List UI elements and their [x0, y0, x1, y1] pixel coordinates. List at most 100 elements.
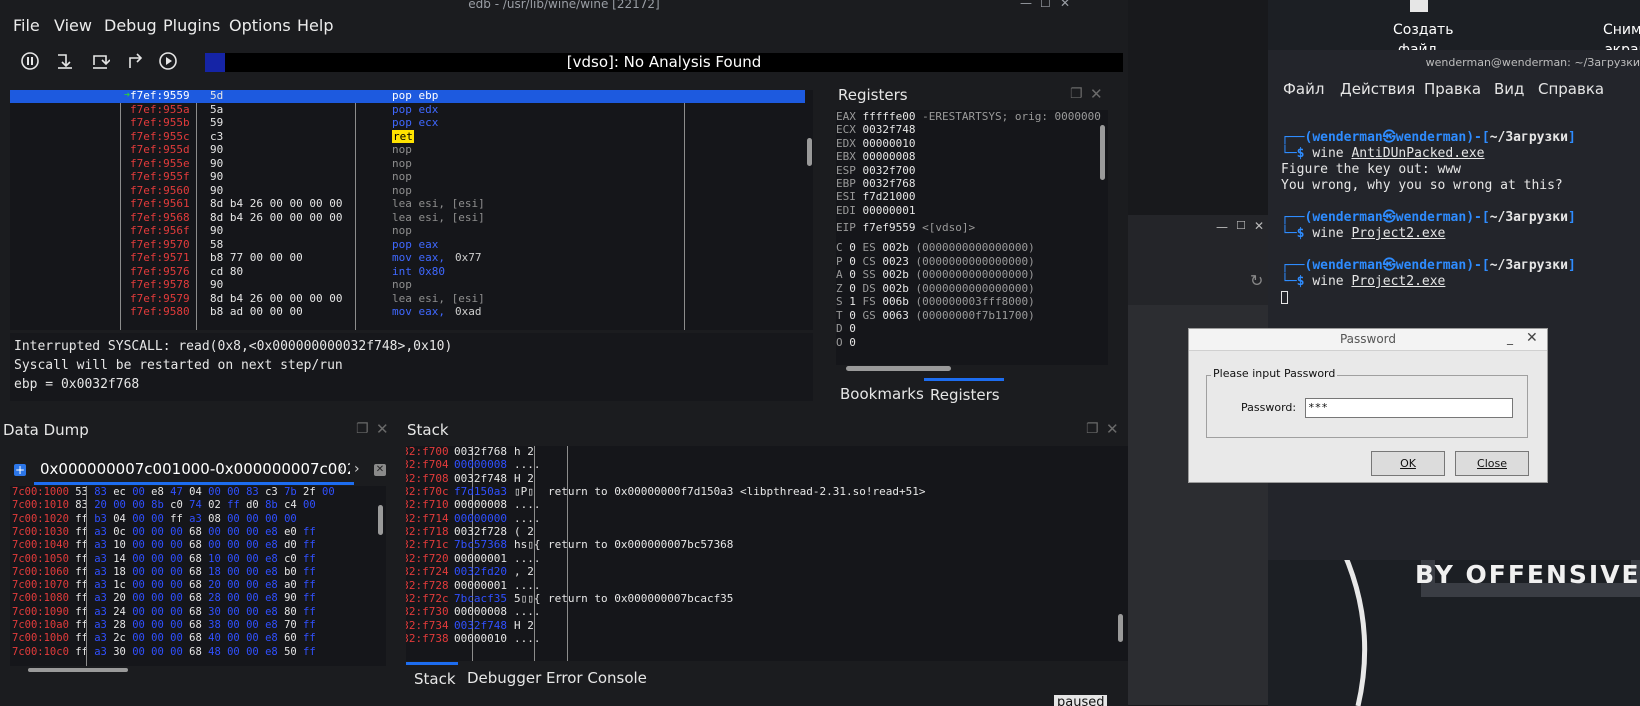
tab-stack[interactable]: Stack	[414, 670, 456, 688]
reload-icon[interactable]: ↻	[1250, 271, 1263, 290]
terminal-menu-edit[interactable]: Правка	[1424, 80, 1481, 98]
terminal-menu-actions[interactable]: Действия	[1340, 80, 1415, 98]
close-icon[interactable]: ✕	[1060, 0, 1070, 10]
password-input[interactable]: ***	[1305, 398, 1513, 418]
chevron-left-icon[interactable]: ‹	[338, 461, 344, 477]
close-button[interactable]: Close	[1455, 451, 1529, 476]
terminal-menu-file[interactable]: Файл	[1283, 80, 1324, 98]
disasm-row[interactable]: f7ef:955a 5a pop edx	[10, 103, 805, 117]
disasm-row[interactable]: f7ef:955e 90 nop	[10, 157, 805, 171]
scrollbar-thumb[interactable]	[807, 138, 812, 166]
registers-view[interactable]: EAX fffffe00 -ERESTARTSYS; orig: 0000000…	[836, 110, 1108, 365]
stack-row[interactable]: 0032:f724 0032fd20 , 2	[406, 565, 1126, 579]
dump-row[interactable]: 7c00:10b0 ff a3 2c 00 00 00 68 40 00 00 …	[12, 631, 316, 645]
stack-row[interactable]: 0032:f730 00000008....	[406, 605, 1126, 619]
dump-row[interactable]: 7c00:1080 ff a3 20 00 00 00 68 28 00 00 …	[12, 591, 316, 605]
float-panel-icon[interactable]: ❐	[1086, 421, 1099, 437]
disassembly-view[interactable]: ➜ f7ef:9559 5d pop ebp f7ef:955a 5a pop edx f7e…	[10, 90, 813, 330]
register-row[interactable]: EBP 0032f768	[836, 177, 915, 191]
dump-tab[interactable]: 0x000000007c001000-0x000000007c002	[40, 460, 350, 478]
stack-row[interactable]: 0032:f718 0032f728 ( 2	[406, 525, 1126, 539]
float-panel-icon[interactable]: ❐	[356, 421, 369, 437]
tab-bookmarks[interactable]: Bookmarks	[840, 385, 924, 403]
stack-row[interactable]: 0032:f734 0032f748 H 2	[406, 619, 1126, 633]
register-row[interactable]: ESP 0032f700	[836, 164, 915, 178]
maximize-icon[interactable]: ☐	[1236, 219, 1246, 232]
close-tab-icon[interactable]: ✕	[374, 464, 386, 476]
stack-row[interactable]: 0032:f720 00000001....	[406, 552, 1126, 566]
stack-row[interactable]: 0032:f71c 7bc57368 hs▯{return to 0x0000000…	[406, 538, 1126, 552]
terminal-menu-help[interactable]: Справка	[1538, 80, 1604, 98]
dump-row[interactable]: 7c00:10a0 ff a3 28 00 00 00 68 38 00 00 …	[12, 618, 316, 632]
tab-registers[interactable]: Registers	[930, 386, 1000, 404]
maximize-icon[interactable]: ☐	[1040, 0, 1051, 10]
disasm-row[interactable]: f7ef:9578 90 nop	[10, 278, 805, 292]
step-over-icon[interactable]	[89, 51, 111, 73]
stack-row[interactable]: 0032:f738 00000010....	[406, 632, 1126, 646]
chevron-right-icon[interactable]: ›	[354, 461, 360, 477]
dump-row[interactable]: 7c00:1010 83 20 00 00 8b c0 74 02 ff d0 …	[12, 498, 316, 512]
flag-row[interactable]: Z 0 DS 002b (0000000000000000)	[836, 282, 1035, 296]
menu-help[interactable]: Help	[297, 16, 333, 35]
ok-button[interactable]: OK	[1371, 451, 1445, 476]
menu-options[interactable]: Options	[229, 16, 291, 35]
tab-debugger-error-console[interactable]: Debugger Error Console	[467, 669, 647, 687]
stack-row[interactable]: 0032:f72c 7bcacf35 5▯▯{return to 0x0000000…	[406, 592, 1126, 606]
file-icon[interactable]	[1410, 0, 1428, 12]
disasm-row[interactable]: f7ef:9576 cd 80 int 0x80	[10, 265, 805, 279]
stack-scrollbar[interactable]	[1118, 614, 1123, 642]
disasm-row[interactable]: f7ef:9571 b8 77 00 00 00 mov eax, 0x77	[10, 251, 805, 265]
flag-row[interactable]: D 0	[836, 322, 856, 336]
close-icon[interactable]: ✕	[1254, 219, 1264, 233]
disasm-row[interactable]: f7ef:9568 8d b4 26 00 00 00 00 lea esi, [e…	[10, 211, 805, 225]
register-row[interactable]: EDX 00000010	[836, 137, 915, 151]
register-row[interactable]: EDI 00000001	[836, 204, 915, 218]
disasm-row[interactable]: f7ef:9579 8d b4 26 00 00 00 00 lea esi, [e…	[10, 292, 805, 306]
dump-row[interactable]: 7c00:1050 ff a3 14 00 00 00 68 10 00 00 …	[12, 552, 316, 566]
registers-scrollbar[interactable]	[1100, 125, 1105, 180]
step-out-icon[interactable]	[124, 51, 146, 73]
dump-row[interactable]: 7c00:1070 ff a3 1c 00 00 00 68 20 00 00 …	[12, 578, 316, 592]
disasm-row[interactable]: f7ef:9561 8d b4 26 00 00 00 00 lea esi, [e…	[10, 197, 805, 211]
disasm-row[interactable]: f7ef:956f 90 nop	[10, 224, 805, 238]
dump-row[interactable]: 7c00:1090 ff a3 24 00 00 00 68 30 00 00 …	[12, 605, 316, 619]
desktop-icon-label[interactable]: Создать	[1393, 22, 1453, 38]
pause-icon[interactable]	[19, 51, 41, 73]
disasm-row[interactable]: f7ef:9580 b8 ad 00 00 00 mov eax, 0xad	[10, 305, 805, 319]
stack-view[interactable]: 0032:f700 0032f768 h 2 0032:f704 00000008...…	[406, 446, 1128, 661]
add-tab-icon[interactable]: +	[14, 464, 26, 476]
stack-row[interactable]: 0032:f708 0032f748 H 2	[406, 472, 1126, 486]
flag-row[interactable]: S 1 FS 006b (000000003fff8000)	[836, 295, 1035, 309]
stack-row[interactable]: 0032:f714 00000000....	[406, 512, 1126, 526]
flag-row[interactable]: C 0 ES 002b (0000000000000000)	[836, 241, 1035, 255]
flag-row[interactable]: O 0	[836, 336, 856, 350]
register-row[interactable]: EAX fffffe00 -ERESTARTSYS; orig: 0000000	[836, 110, 1101, 124]
disasm-row[interactable]: f7ef:955f 90 nop	[10, 170, 805, 184]
minimize-icon[interactable]: _	[1507, 331, 1513, 345]
disasm-scrollbar[interactable]	[807, 90, 813, 330]
desktop-icon-label[interactable]: Сним	[1603, 22, 1640, 38]
register-row[interactable]: EBX 00000008	[836, 150, 915, 164]
disasm-row[interactable]: f7ef:955b 59 pop ecx	[10, 116, 805, 130]
stack-row[interactable]: 0032:f700 0032f768 h 2	[406, 446, 1126, 459]
dump-row[interactable]: 7c00:1040 ff a3 10 00 00 00 68 00 00 00 …	[12, 538, 316, 552]
flag-row[interactable]: A 0 SS 002b (0000000000000000)	[836, 268, 1035, 282]
flag-row[interactable]: T 0 GS 0063 (00000000f7b11700)	[836, 309, 1035, 323]
stack-row[interactable]: 0032:f704 00000008....	[406, 458, 1126, 472]
menu-plugins[interactable]: Plugins	[163, 16, 220, 35]
minimize-icon[interactable]: —	[1216, 220, 1228, 234]
terminal-menu-view[interactable]: Вид	[1494, 80, 1524, 98]
flag-row[interactable]: P 0 CS 0023 (0000000000000000)	[836, 255, 1035, 269]
step-into-icon[interactable]	[54, 51, 76, 73]
dump-row[interactable]: 7c00:1020 ff b3 04 00 00 ff a3 08 00 00 …	[12, 512, 297, 526]
minimize-icon[interactable]: —	[1020, 0, 1032, 10]
disasm-row[interactable]: f7ef:9570 58 pop eax	[10, 238, 805, 252]
disasm-row[interactable]: f7ef:955c c3 ret	[10, 129, 805, 144]
float-panel-icon[interactable]: ❐	[1070, 86, 1083, 102]
registers-hscrollbar[interactable]	[846, 366, 951, 371]
register-row-eip[interactable]: EIP f7ef9559 <[vdso]>	[836, 221, 975, 235]
dump-scrollbar[interactable]	[378, 505, 383, 535]
dump-row[interactable]: 7c00:1030 ff a3 0c 00 00 00 68 00 00 00 …	[12, 525, 316, 539]
data-dump-view[interactable]: 7c00:1000 53 83 ec 00 e8 47 04 00 00 83 …	[10, 486, 386, 666]
dump-row[interactable]: 7c00:10c0 ff a3 30 00 00 00 68 48 00 00 …	[12, 645, 316, 659]
